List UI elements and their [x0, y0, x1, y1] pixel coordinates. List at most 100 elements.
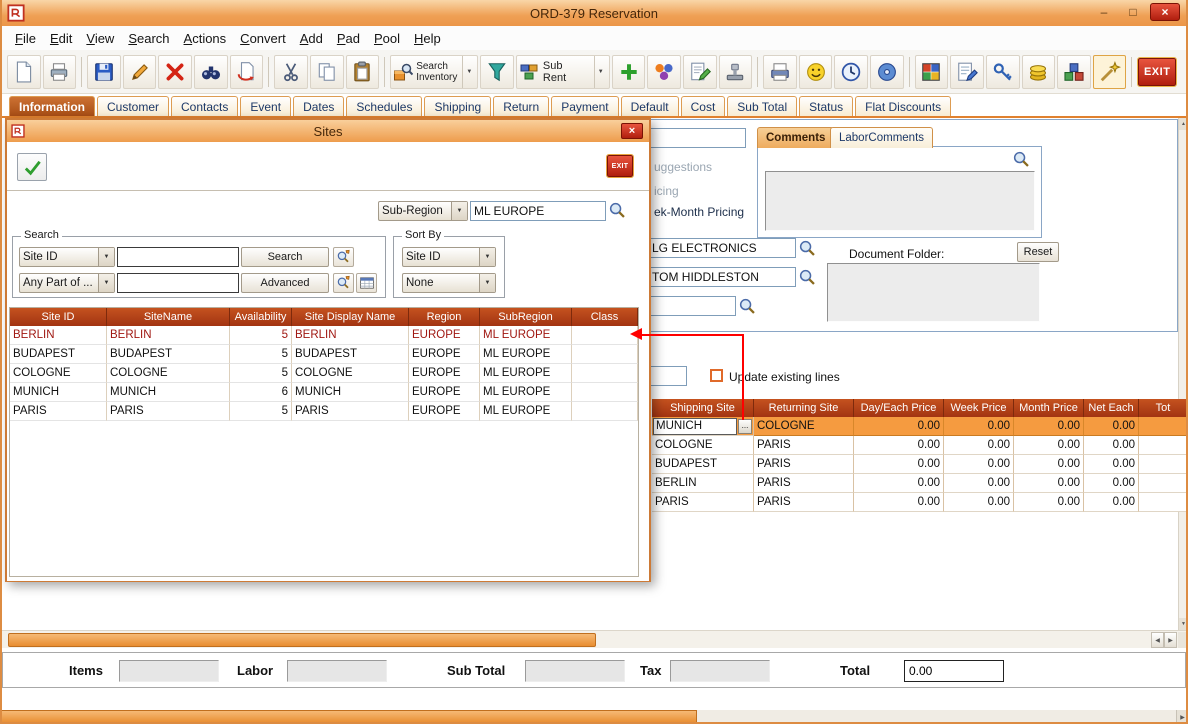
print-icon[interactable] — [43, 55, 77, 89]
subregion-selector[interactable]: Sub-Region ▼ — [378, 201, 468, 221]
menu-item-pool[interactable]: Pool — [367, 29, 407, 48]
customer-search-button[interactable] — [798, 239, 818, 259]
comments-textarea[interactable] — [765, 171, 1035, 231]
paste-icon[interactable] — [346, 55, 380, 89]
add-plus-icon[interactable] — [612, 55, 646, 89]
key-icon[interactable] — [986, 55, 1020, 89]
cut-icon[interactable] — [274, 55, 308, 89]
scroll-right-button[interactable]: ▶ — [1164, 632, 1177, 648]
column-header[interactable]: Day/Each Price — [854, 399, 944, 417]
menu-item-actions[interactable]: Actions — [177, 29, 234, 48]
table-row[interactable]: COLOGNECOLOGNE5COLOGNEEUROPEML EUROPE — [10, 364, 638, 383]
table-row[interactable]: BUDAPESTPARIS0.000.000.000.00 — [652, 455, 1188, 474]
ok-check-button[interactable] — [17, 153, 47, 181]
tab-status[interactable]: Status — [799, 96, 853, 116]
menu-item-search[interactable]: Search — [121, 29, 176, 48]
sub-rent-button[interactable]: Sub Rent▼ — [516, 55, 610, 89]
table-row[interactable]: BERLINPARIS0.000.000.000.00 — [652, 474, 1188, 493]
stamp-pad-icon[interactable] — [719, 55, 753, 89]
horizontal-scrollbar-thumb[interactable] — [8, 633, 596, 647]
tab-contacts[interactable]: Contacts — [171, 96, 238, 116]
update-existing-lines-checkbox[interactable] — [710, 369, 723, 382]
lookup-field[interactable] — [648, 296, 736, 316]
tax-field[interactable] — [670, 660, 770, 682]
find-binoculars-icon[interactable] — [194, 55, 228, 89]
dropdown-arrow-icon[interactable]: ▼ — [594, 56, 607, 88]
table-row[interactable]: BUDAPESTBUDAPEST5BUDAPESTEUROPEML EUROPE — [10, 345, 638, 364]
search-field-selector-1[interactable]: Site ID ▼ — [19, 247, 115, 267]
document-folder-area[interactable] — [827, 263, 1040, 322]
dialog-close-button[interactable]: × — [621, 123, 643, 139]
new-document-icon[interactable] — [7, 55, 41, 89]
title-bar[interactable]: ORD-379 Reservation – □ × — [0, 0, 1188, 26]
table-row[interactable]: BERLINBERLIN5BERLINEUROPEML EUROPE — [10, 326, 638, 345]
pool-balls-icon[interactable] — [647, 55, 681, 89]
advanced-lookup-icon-button[interactable] — [333, 273, 354, 293]
tab-customer[interactable]: Customer — [97, 96, 169, 116]
delete-icon[interactable] — [158, 55, 192, 89]
save-icon[interactable] — [87, 55, 121, 89]
table-row[interactable]: COLOGNEPARIS0.000.000.000.00 — [652, 436, 1188, 455]
column-header[interactable]: Class — [572, 308, 638, 326]
dialog-title-bar[interactable]: Sites × — [7, 120, 649, 142]
tab-schedules[interactable]: Schedules — [346, 96, 422, 116]
column-header[interactable]: Tot — [1139, 399, 1188, 417]
tab-cost[interactable]: Cost — [681, 96, 726, 116]
exit-button[interactable]: EXIT — [1138, 58, 1176, 86]
column-header[interactable]: Shipping Site — [652, 399, 754, 417]
menu-item-pad[interactable]: Pad — [330, 29, 367, 48]
copy-icon[interactable] — [310, 55, 344, 89]
table-row[interactable]: MUNICH...COLOGNE0.000.000.000.00 — [652, 417, 1188, 436]
table-row[interactable]: PARISPARIS0.000.000.000.00 — [652, 493, 1188, 512]
tab-flat-discounts[interactable]: Flat Discounts — [855, 96, 951, 116]
lookup-search-button[interactable] — [738, 297, 758, 317]
minimize-button[interactable]: – — [1092, 3, 1116, 21]
subregion-value-field[interactable]: ML EUROPE — [470, 201, 606, 221]
results-grid-icon-button[interactable] — [356, 273, 377, 293]
form-edit-icon[interactable] — [950, 55, 984, 89]
scroll-left-button[interactable]: ◀ — [1151, 632, 1164, 648]
search-lookup-icon-button[interactable] — [333, 247, 354, 267]
funnel-icon[interactable] — [480, 55, 514, 89]
contact-search-button[interactable] — [798, 268, 818, 288]
tab-default[interactable]: Default — [621, 96, 679, 116]
advanced-button[interactable]: Advanced — [241, 273, 329, 293]
tab-labor-comments[interactable]: LaborComments — [830, 127, 933, 148]
tab-sub-total[interactable]: Sub Total — [727, 96, 797, 116]
table-row[interactable]: MUNICHMUNICH6MUNICHEUROPEML EUROPE — [10, 383, 638, 402]
column-header[interactable]: Month Price — [1014, 399, 1084, 417]
tab-comments[interactable]: Comments — [757, 127, 834, 148]
magic-wand-icon[interactable] — [1093, 55, 1127, 89]
edit-pencil-icon[interactable] — [123, 55, 157, 89]
tab-shipping[interactable]: Shipping — [424, 96, 491, 116]
dropdown-arrow-icon[interactable]: ▼ — [462, 56, 475, 88]
tab-payment[interactable]: Payment — [551, 96, 618, 116]
labor-field[interactable] — [287, 660, 387, 682]
sub-total-field[interactable] — [525, 660, 625, 682]
column-header[interactable]: Week Price — [944, 399, 1014, 417]
menu-item-view[interactable]: View — [79, 29, 121, 48]
browse-ellipsis-button[interactable]: ... — [738, 419, 752, 434]
note-edit-icon[interactable] — [683, 55, 717, 89]
menu-item-convert[interactable]: Convert — [233, 29, 293, 48]
table-row[interactable]: PARISPARIS5PARISEUROPEML EUROPE — [10, 402, 638, 421]
horizontal-scrollbar[interactable]: ◀ ▶ — [0, 630, 1188, 648]
maximize-button[interactable]: □ — [1121, 3, 1145, 21]
customer-field[interactable]: LG ELECTRONICS — [648, 238, 796, 258]
search-field-selector-2[interactable]: Any Part of ... ▼ — [19, 273, 115, 293]
comments-search-button[interactable] — [1012, 150, 1032, 170]
tab-event[interactable]: Event — [240, 96, 291, 116]
tab-information[interactable]: Information — [9, 96, 95, 116]
world-clock-icon[interactable] — [834, 55, 868, 89]
shipping-site-edit-cell[interactable]: MUNICH... — [652, 417, 754, 436]
subregion-search-button[interactable] — [608, 201, 628, 221]
menu-item-help[interactable]: Help — [407, 29, 448, 48]
column-header[interactable]: Site Display Name — [292, 308, 409, 326]
page-setup-icon[interactable] — [763, 55, 797, 89]
sort-selector-2[interactable]: None ▼ — [402, 273, 496, 293]
reset-button[interactable]: Reset — [1017, 242, 1059, 262]
dialog-exit-button[interactable]: EXIT — [607, 155, 633, 177]
items-field[interactable] — [119, 660, 219, 682]
column-header[interactable]: SubRegion — [480, 308, 572, 326]
column-header[interactable]: Returning Site — [754, 399, 854, 417]
